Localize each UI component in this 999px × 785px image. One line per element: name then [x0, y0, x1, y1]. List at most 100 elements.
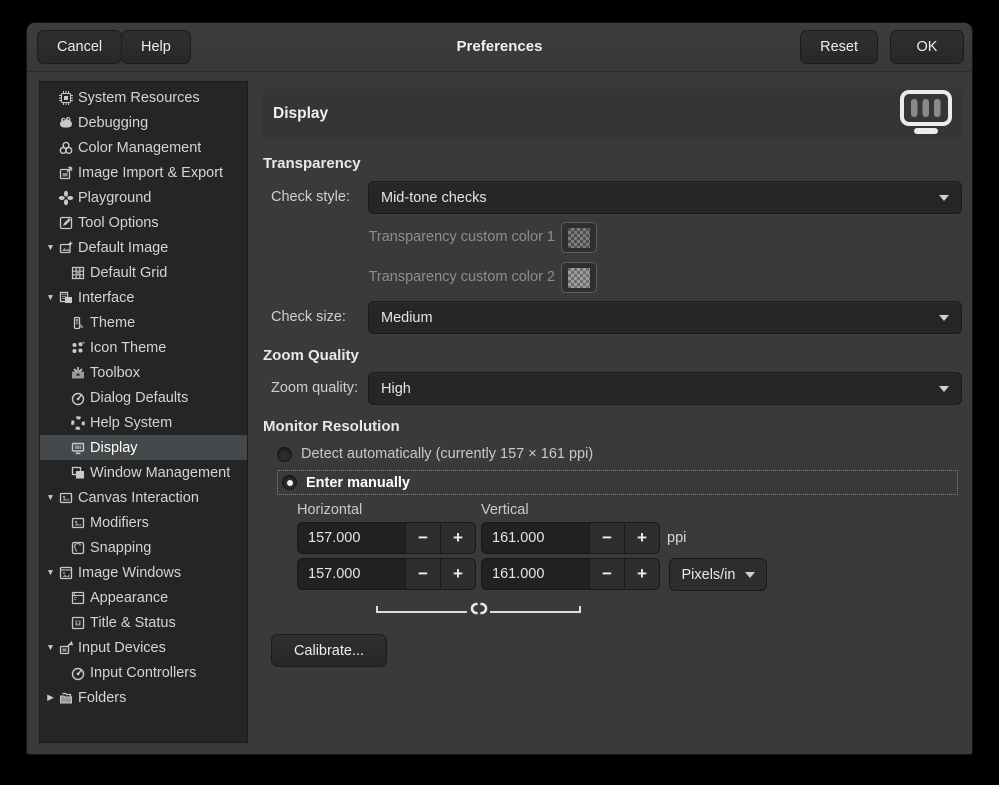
- sidebar-item-dialog-defaults[interactable]: Dialog Defaults: [40, 385, 247, 410]
- check-style-label: Check style:: [271, 181, 350, 214]
- fan-icon: [58, 190, 75, 206]
- sidebar-item-label: Color Management: [78, 140, 201, 156]
- sidebar-item-theme[interactable]: Theme: [40, 310, 247, 335]
- imagenew-icon: [58, 240, 75, 256]
- vertical-ppi-decrement-button[interactable]: −: [589, 522, 625, 554]
- zoom-quality-label: Zoom quality:: [271, 372, 358, 405]
- sidebar-item-label: System Resources: [78, 90, 200, 106]
- sidebar-item-input-controllers[interactable]: Input Controllers: [40, 660, 247, 685]
- sidebar-item-interface[interactable]: ▼Interface: [40, 285, 247, 310]
- sidebar-item-playground[interactable]: Playground: [40, 185, 247, 210]
- expander-open-icon[interactable]: ▼: [43, 560, 58, 585]
- sidebar-item-folders[interactable]: ▶ Folders: [40, 685, 247, 710]
- expander-open-icon[interactable]: ▼: [43, 285, 58, 310]
- vertical-ppi-input[interactable]: [481, 522, 590, 554]
- sidebar-item-color-management[interactable]: Color Management: [40, 135, 247, 160]
- wilber-icon: [58, 115, 75, 131]
- sidebar-item-window-management[interactable]: Window Management: [40, 460, 247, 485]
- ok-button[interactable]: OK: [890, 30, 964, 64]
- check-style-value: Mid-tone checks: [381, 190, 487, 206]
- vertical-unit-input[interactable]: [481, 558, 590, 590]
- unit-value: Pixels/in: [682, 567, 736, 583]
- sidebar-item-snapping[interactable]: Snapping: [40, 535, 247, 560]
- sidebar-item-title-status[interactable]: Title & Status: [40, 610, 247, 635]
- custom-color2-label: Transparency custom color 2: [263, 262, 555, 293]
- horizontal-unit-increment-button[interactable]: +: [440, 558, 476, 590]
- checkerboard-swatch: [568, 268, 590, 288]
- radio-unchecked-icon[interactable]: [277, 447, 292, 462]
- preferences-window: Cancel Help Preferences Reset OK System …: [26, 22, 973, 755]
- broken-chain-icon[interactable]: [469, 602, 489, 620]
- expander-open-icon[interactable]: ▼: [43, 485, 58, 510]
- horizontal-unit-decrement-button[interactable]: −: [405, 558, 441, 590]
- calibrate-button[interactable]: Calibrate...: [271, 634, 387, 667]
- detect-automatically-radio-row[interactable]: Detect automatically (currently 157 × 16…: [277, 443, 593, 465]
- theme-icon: [70, 315, 87, 331]
- sidebar-item-label: Canvas Interaction: [78, 490, 199, 506]
- sidebar-item-appearance[interactable]: Appearance: [40, 585, 247, 610]
- sidebar-item-system-resources[interactable]: System Resources: [40, 85, 247, 110]
- sidebar-item-label: Folders: [78, 690, 126, 706]
- enter-manually-radio-row[interactable]: Enter manually: [277, 470, 958, 495]
- sidebar-item-label: Image Import & Export: [78, 165, 223, 181]
- controller-icon: [70, 665, 87, 681]
- help-icon: [70, 415, 87, 431]
- unit-dropdown[interactable]: Pixels/in: [669, 558, 767, 591]
- sidebar-item-default-grid[interactable]: Default Grid: [40, 260, 247, 285]
- cancel-button[interactable]: Cancel: [37, 30, 122, 64]
- sidebar-item-image-import-export[interactable]: Image Import & Export: [40, 160, 247, 185]
- expander-open-icon[interactable]: ▼: [43, 235, 58, 260]
- sidebar-item-toolbox[interactable]: Toolbox: [40, 360, 247, 385]
- sidebar-item-display[interactable]: Display: [40, 435, 247, 460]
- vertical-unit-increment-button[interactable]: +: [624, 558, 660, 590]
- horizontal-ppi-input[interactable]: [297, 522, 406, 554]
- horizontal-ppi-decrement-button[interactable]: −: [405, 522, 441, 554]
- custom-color2-swatch-button[interactable]: [561, 262, 597, 293]
- snap-icon: [70, 540, 87, 556]
- sidebar-item-image-windows[interactable]: ▼ Image Windows: [40, 560, 247, 585]
- horizontal-unit-input[interactable]: [297, 558, 406, 590]
- headerbar: Cancel Help Preferences Reset OK: [27, 23, 972, 72]
- display-settings-panel: Display Transparency Check style: Mid-to…: [263, 89, 963, 749]
- sidebar-item-help-system[interactable]: Help System: [40, 410, 247, 435]
- check-size-label: Check size:: [271, 301, 346, 334]
- imagewin-icon: [58, 565, 75, 581]
- sidebar-item-label: Title & Status: [90, 615, 176, 631]
- resolution-chain-widget[interactable]: [376, 601, 581, 616]
- zoom-quality-dropdown[interactable]: High: [368, 372, 962, 405]
- vertical-ppi-increment-button[interactable]: +: [624, 522, 660, 554]
- ppi-suffix-label: ppi: [667, 522, 686, 554]
- sidebar-item-tool-options[interactable]: Tool Options: [40, 210, 247, 235]
- custom-color1-swatch-button[interactable]: [561, 222, 597, 253]
- folders-icon: [58, 690, 75, 706]
- vertical-column-label: Vertical: [481, 502, 529, 518]
- horizontal-ppi-increment-button[interactable]: +: [440, 522, 476, 554]
- help-button[interactable]: Help: [121, 30, 191, 64]
- chevron-down-icon: [939, 315, 949, 321]
- zoom-quality-heading: Zoom Quality: [263, 347, 359, 364]
- sidebar-item-label: Image Windows: [78, 565, 181, 581]
- checkerboard-swatch: [568, 228, 590, 248]
- sidebar-item-label: Display: [90, 440, 138, 456]
- sidebar-item-label: Theme: [90, 315, 135, 331]
- reset-button[interactable]: Reset: [800, 30, 878, 64]
- interface-icon: [58, 290, 75, 306]
- sidebar-item-modifiers[interactable]: Modifiers: [40, 510, 247, 535]
- modifiers-icon: [70, 515, 87, 531]
- check-style-dropdown[interactable]: Mid-tone checks: [368, 181, 962, 214]
- sidebar-item-default-image[interactable]: ▼Default Image: [40, 235, 247, 260]
- radio-checked-icon[interactable]: [282, 475, 297, 490]
- expander-closed-icon[interactable]: ▶: [43, 685, 58, 710]
- check-size-dropdown[interactable]: Medium: [368, 301, 962, 334]
- sidebar-item-input-devices[interactable]: ▼ Input Devices: [40, 635, 247, 660]
- sidebar-item-icon-theme[interactable]: Icon Theme: [40, 335, 247, 360]
- grid-icon: [70, 265, 87, 281]
- sidebar-item-canvas-interaction[interactable]: ▼ Canvas Interaction: [40, 485, 247, 510]
- tool-icon: [58, 215, 75, 231]
- sidebar-item-label: Input Devices: [78, 640, 166, 656]
- import-icon: [58, 165, 75, 181]
- expander-open-icon[interactable]: ▼: [43, 635, 58, 660]
- custom-color1-label: Transparency custom color 1: [263, 222, 555, 253]
- sidebar-item-debugging[interactable]: Debugging: [40, 110, 247, 135]
- vertical-unit-decrement-button[interactable]: −: [589, 558, 625, 590]
